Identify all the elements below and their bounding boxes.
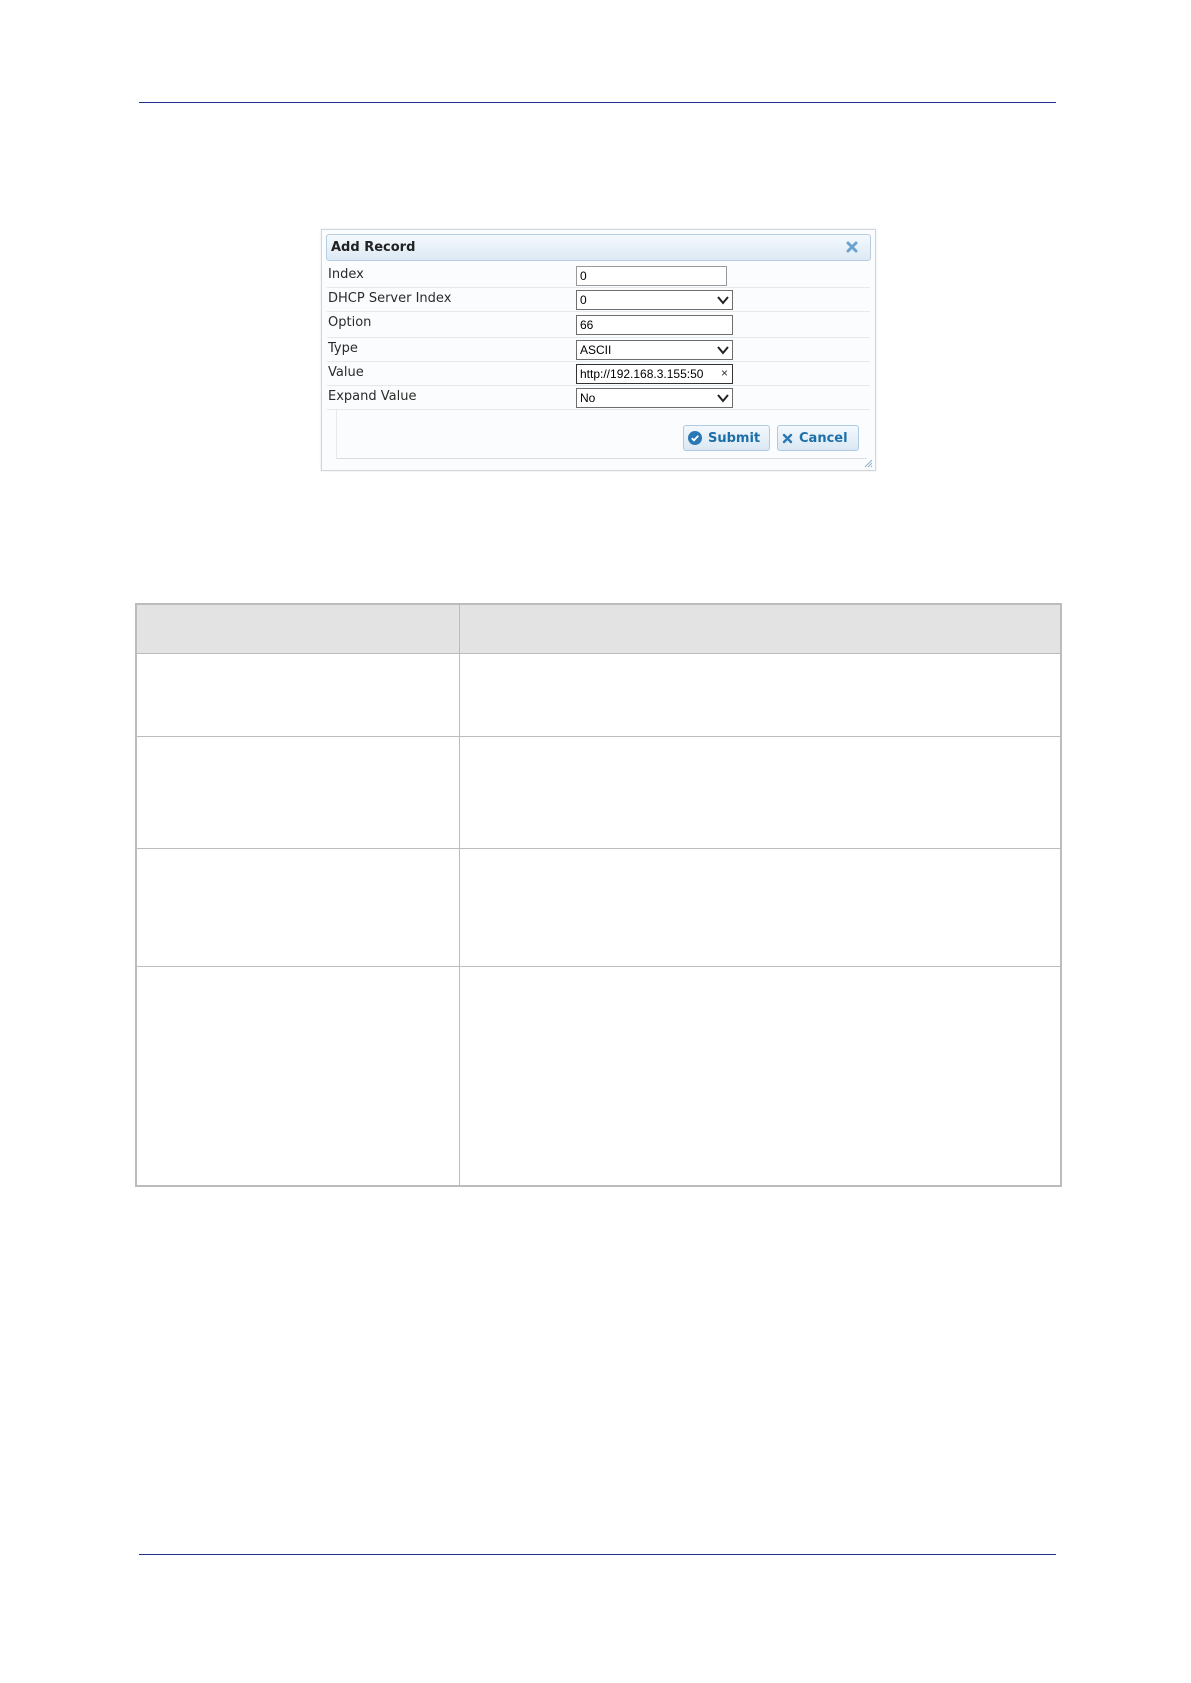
table-cell bbox=[459, 848, 1062, 967]
field-row-type: Type ASCII bbox=[327, 338, 870, 362]
table-cell bbox=[459, 966, 1062, 1186]
table-row bbox=[135, 966, 1062, 1186]
expand-value-select-value: No bbox=[580, 391, 596, 405]
type-select-value: ASCII bbox=[580, 343, 612, 357]
table-cell bbox=[135, 966, 460, 1186]
field-row-option: Option 66 bbox=[327, 312, 870, 338]
x-icon bbox=[782, 433, 793, 443]
index-input-value: 0 bbox=[580, 269, 587, 283]
table-header-row bbox=[135, 603, 1062, 654]
field-label-type: Type bbox=[328, 341, 358, 356]
resize-grip-icon[interactable] bbox=[864, 459, 873, 468]
dialog-title: Add Record bbox=[331, 240, 416, 255]
field-label-index: Index bbox=[328, 267, 364, 282]
field-row-expand-value: Expand Value No bbox=[327, 386, 870, 410]
table-row bbox=[135, 653, 1062, 737]
value-input[interactable]: http://192.168.3.155:50 × bbox=[576, 364, 733, 384]
check-circle-icon bbox=[688, 431, 702, 445]
chevron-down-icon bbox=[717, 296, 729, 305]
value-input-value: http://192.168.3.155:50 bbox=[580, 367, 704, 381]
dialog-title-bar: Add Record bbox=[326, 234, 871, 261]
chevron-down-icon bbox=[717, 394, 729, 403]
field-row-value: Value http://192.168.3.155:50 × bbox=[327, 362, 870, 386]
index-input[interactable]: 0 bbox=[576, 266, 727, 286]
field-label-option: Option bbox=[328, 315, 372, 330]
table-row bbox=[135, 848, 1062, 967]
clear-input-icon[interactable]: × bbox=[719, 366, 728, 380]
chevron-down-icon bbox=[717, 346, 729, 355]
dhcp-server-index-value: 0 bbox=[580, 293, 587, 307]
table-cell bbox=[135, 848, 460, 967]
table-cell bbox=[135, 736, 460, 849]
close-icon[interactable] bbox=[844, 239, 860, 255]
submit-button-label: Submit bbox=[708, 430, 761, 446]
dhcp-server-index-select[interactable]: 0 bbox=[576, 290, 733, 310]
table-cell bbox=[135, 653, 460, 737]
cancel-button[interactable]: Cancel bbox=[777, 425, 859, 451]
type-select[interactable]: ASCII bbox=[576, 340, 733, 360]
table-cell bbox=[459, 736, 1062, 849]
header-rule bbox=[139, 102, 1056, 103]
expand-value-select[interactable]: No bbox=[576, 388, 733, 408]
parameter-table bbox=[135, 603, 1062, 1187]
cancel-button-label: Cancel bbox=[799, 430, 848, 446]
field-label-dhcp-server-index: DHCP Server Index bbox=[328, 291, 452, 306]
field-label-expand-value: Expand Value bbox=[328, 389, 417, 404]
option-input[interactable]: 66 bbox=[576, 315, 733, 335]
table-row bbox=[135, 736, 1062, 849]
table-cell bbox=[459, 653, 1062, 737]
table-header-cell bbox=[135, 603, 460, 654]
table-header-cell bbox=[459, 603, 1062, 654]
option-input-value: 66 bbox=[580, 318, 594, 332]
footer-rule bbox=[139, 1554, 1056, 1555]
field-row-index: Index 0 bbox=[327, 264, 870, 288]
field-label-value: Value bbox=[328, 365, 364, 380]
submit-button[interactable]: Submit bbox=[683, 425, 770, 451]
field-row-dhcp-server-index: DHCP Server Index 0 bbox=[327, 288, 870, 312]
